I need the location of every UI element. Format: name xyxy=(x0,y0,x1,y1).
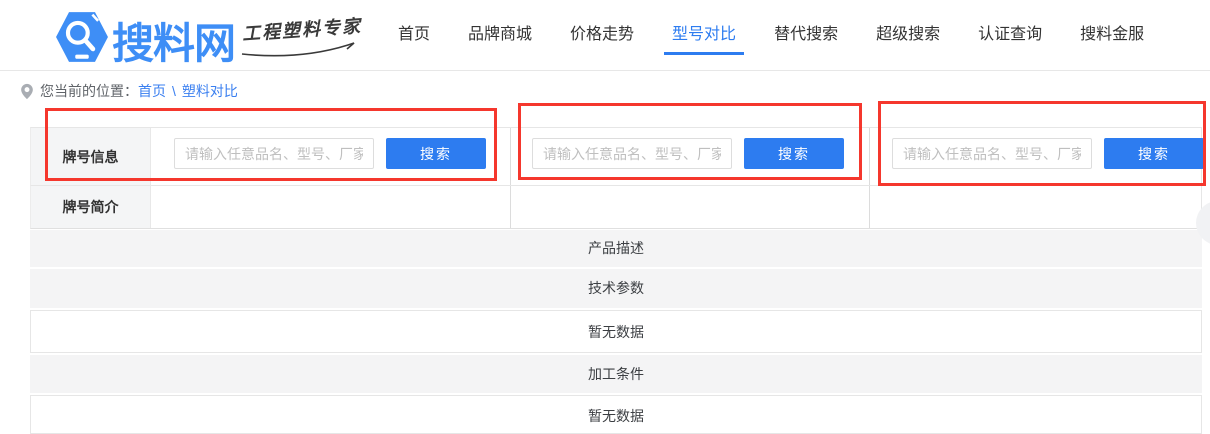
breadcrumb-link-current[interactable]: 塑料对比 xyxy=(182,81,238,101)
location-pin-icon xyxy=(20,83,34,100)
search-group-3: 搜索 xyxy=(892,138,1204,169)
nav-item-brand-mall[interactable]: 品牌商城 xyxy=(468,20,532,44)
nav-item-cert-check[interactable]: 认证查询 xyxy=(978,20,1042,44)
table-column-divider xyxy=(869,128,870,185)
search-input-2[interactable] xyxy=(532,138,732,169)
main-nav: 首页 品牌商城 价格走势 型号对比 替代搜索 超级搜索 认证查询 搜料金服 xyxy=(398,0,1144,64)
section-row-product-description: 产品描述 xyxy=(30,230,1202,267)
tagline-underline-stroke xyxy=(240,42,358,58)
search-button-3[interactable]: 搜索 xyxy=(1104,138,1204,169)
brand-name: 搜料网 xyxy=(112,10,235,71)
search-input-1[interactable] xyxy=(174,138,374,169)
search-button-1[interactable]: 搜索 xyxy=(386,138,486,169)
search-group-1: 搜索 xyxy=(174,138,486,169)
search-button-2[interactable]: 搜索 xyxy=(744,138,844,169)
nav-item-home[interactable]: 首页 xyxy=(398,20,430,44)
section-row-technical-parameters: 技术参数 xyxy=(30,269,1202,308)
nav-item-substitute-search[interactable]: 替代搜索 xyxy=(774,20,838,44)
breadcrumb: 您当前的位置： 首页 \ 塑料对比 xyxy=(20,81,238,101)
summary-cell-2 xyxy=(511,186,869,228)
search-input-3[interactable] xyxy=(892,138,1092,169)
breadcrumb-separator: \ xyxy=(172,83,176,99)
logo[interactable]: 搜料网 工程塑料专家 xyxy=(56,8,376,66)
nav-item-finance[interactable]: 搜料金服 xyxy=(1080,20,1144,44)
row-label-grade-info: 牌号信息 xyxy=(31,128,151,185)
section-row-no-data-1: 暂无数据 xyxy=(30,310,1202,353)
summary-cell-1 xyxy=(152,186,510,228)
row-label-grade-summary: 牌号简介 xyxy=(31,186,151,228)
section-row-no-data-2: 暂无数据 xyxy=(30,395,1202,434)
nav-item-model-compare[interactable]: 型号对比 xyxy=(672,20,736,44)
breadcrumb-link-home[interactable]: 首页 xyxy=(138,81,166,101)
section-row-processing-conditions: 加工条件 xyxy=(30,355,1202,393)
search-group-2: 搜索 xyxy=(532,138,844,169)
page: 搜料网 工程塑料专家 首页 品牌商城 价格走势 型号对比 替代搜索 超级搜索 认… xyxy=(0,0,1210,434)
table-column-divider xyxy=(510,128,511,185)
summary-cell-3 xyxy=(870,186,1202,228)
brand-tagline: 工程塑料专家 xyxy=(241,12,363,46)
compare-row-grade-info: 牌号信息 搜索 搜索 搜索 xyxy=(30,127,1202,186)
top-nav-bar: 搜料网 工程塑料专家 首页 品牌商城 价格走势 型号对比 替代搜索 超级搜索 认… xyxy=(0,0,1210,71)
nav-item-price-trend[interactable]: 价格走势 xyxy=(570,20,634,44)
logo-hexagon-search-icon xyxy=(56,10,108,64)
nav-item-super-search[interactable]: 超级搜索 xyxy=(876,20,940,44)
compare-row-grade-summary: 牌号简介 xyxy=(30,186,1202,229)
breadcrumb-prefix: 您当前的位置： xyxy=(40,81,138,101)
